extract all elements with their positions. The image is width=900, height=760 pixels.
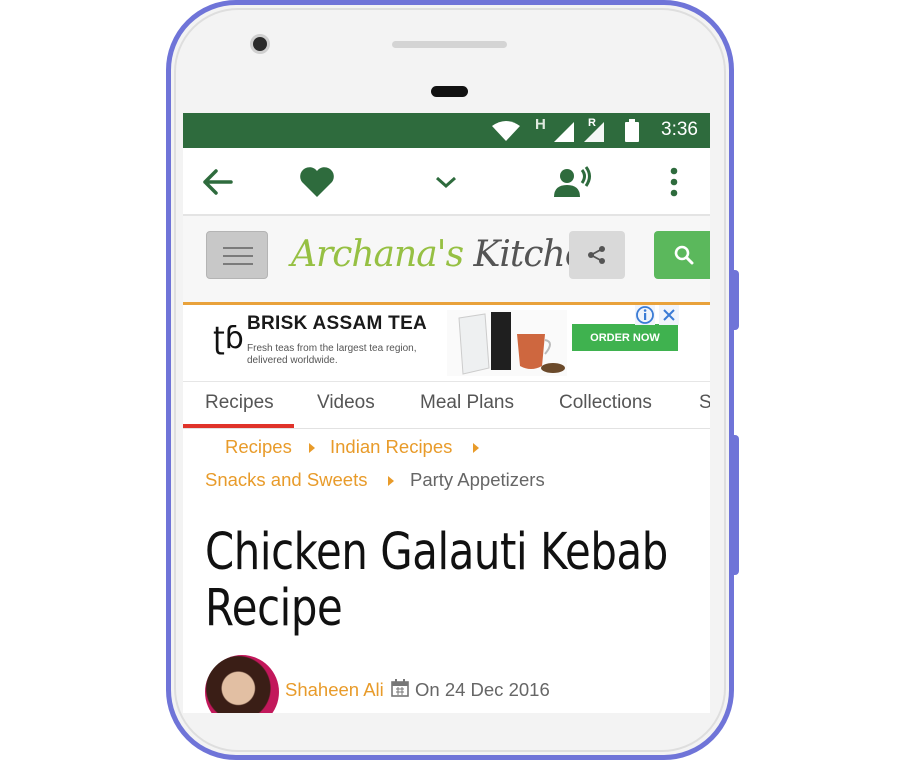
page-title: Chicken Galauti Kebab Recipe: [205, 523, 668, 638]
status-bar: H R 3:36: [183, 113, 710, 148]
screen: H R 3:36 Archana's Kitchen ʈɓ BRISK ASSA…: [183, 113, 710, 713]
search-button[interactable]: [654, 231, 710, 279]
expand-button[interactable]: [426, 162, 466, 202]
category-tabs: Recipes Videos Meal Plans Collections S: [183, 381, 710, 429]
phone-side-button: [733, 270, 739, 330]
status-time: 3:36: [661, 119, 698, 140]
hamburger-icon: [223, 247, 253, 249]
proximity-sensor: [431, 86, 468, 97]
publish-date: On 24 Dec 2016: [415, 679, 550, 700]
site-header: Archana's Kitchen: [183, 216, 710, 305]
battery-icon: [625, 119, 639, 142]
front-camera: [250, 34, 270, 54]
ad-banner[interactable]: ʈɓ BRISK ASSAM TEA Fresh teas from the l…: [183, 305, 710, 382]
breadcrumb-indian-recipes[interactable]: Indian Recipes: [330, 436, 452, 458]
ad-cta-button[interactable]: ORDER NOW: [572, 324, 678, 351]
phone-volume-button: [733, 435, 739, 575]
breadcrumb-current: Party Appetizers: [410, 469, 545, 490]
tab-more[interactable]: S: [699, 392, 710, 414]
site-logo[interactable]: Archana's Kitchen: [291, 234, 608, 275]
breadcrumb-separator-icon: [309, 443, 315, 453]
logo-text-primary: Archana's: [291, 234, 464, 275]
menu-button[interactable]: [206, 231, 268, 279]
avatar[interactable]: [205, 655, 279, 713]
earpiece-speaker: [392, 41, 507, 48]
network-type-label: H: [535, 116, 546, 133]
breadcrumb: Recipes Indian Recipes Snacks and Sweets…: [183, 431, 710, 501]
tab-collections[interactable]: Collections: [559, 392, 652, 414]
voice-icon: [554, 166, 591, 197]
back-button[interactable]: [198, 162, 238, 202]
more-options-button[interactable]: [654, 162, 694, 202]
ad-brand-logo: ʈɓ: [213, 321, 244, 356]
voice-button[interactable]: [553, 162, 593, 202]
tab-recipes[interactable]: Recipes: [205, 392, 274, 414]
ad-description: Fresh teas from the largest tea region, …: [247, 343, 417, 366]
share-button[interactable]: [569, 231, 625, 279]
wifi-icon: [492, 121, 520, 141]
breadcrumb-snacks-and-sweets[interactable]: Snacks and Sweets: [205, 469, 367, 491]
back-arrow-icon: [203, 169, 233, 195]
breadcrumb-separator-icon: [388, 476, 394, 486]
ad-title: BRISK ASSAM TEA: [247, 313, 428, 334]
ad-product-image: [447, 310, 567, 376]
tab-videos[interactable]: Videos: [317, 392, 375, 414]
calendar-icon: [391, 679, 409, 697]
signal-icon: [554, 122, 574, 142]
tab-meal-plans[interactable]: Meal Plans: [420, 392, 514, 414]
heart-icon: [300, 167, 334, 197]
active-tab-indicator: [183, 424, 294, 428]
share-icon: [588, 246, 605, 264]
author-name[interactable]: Shaheen Ali: [285, 679, 384, 701]
ad-info-icon[interactable]: [635, 305, 655, 325]
breadcrumb-recipes[interactable]: Recipes: [225, 436, 292, 458]
more-vert-icon: [670, 167, 678, 197]
favorite-button[interactable]: [297, 162, 337, 202]
signal-roaming-icon: [584, 122, 604, 142]
author-info: Shaheen Ali On 24 Dec 2016: [205, 655, 705, 713]
search-icon: [674, 245, 694, 265]
breadcrumb-separator-icon: [473, 443, 479, 453]
chevron-down-icon: [436, 176, 456, 189]
ad-close-icon[interactable]: [659, 305, 679, 325]
app-bar: [183, 148, 710, 216]
